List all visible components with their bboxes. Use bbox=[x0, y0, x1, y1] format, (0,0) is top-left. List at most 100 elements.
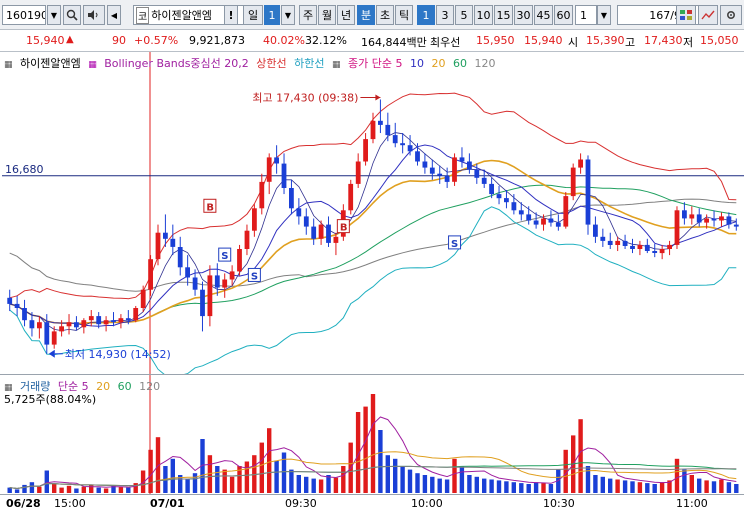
candle-body bbox=[630, 245, 635, 249]
signal-label: S bbox=[251, 271, 258, 282]
volume-bar bbox=[341, 466, 346, 493]
volume-bar bbox=[430, 476, 435, 493]
minute-button-15[interactable]: 15 bbox=[494, 5, 513, 25]
tab-year-label: 년 bbox=[340, 9, 352, 22]
candle-body bbox=[696, 214, 702, 223]
chevron-down-icon: ▼ bbox=[50, 10, 58, 20]
high-label: 고 bbox=[625, 36, 636, 49]
volume-bar bbox=[244, 461, 250, 493]
candle-body bbox=[578, 159, 583, 168]
tab-minute-label: 분 bbox=[360, 9, 372, 22]
tab-minute[interactable]: 분 bbox=[357, 5, 375, 25]
tools-button[interactable] bbox=[720, 5, 742, 25]
volume-bar bbox=[504, 481, 509, 493]
time-label: 11:00 bbox=[676, 497, 708, 510]
candle-body bbox=[563, 196, 569, 227]
volume-bar bbox=[59, 487, 64, 493]
day-count-dropdown[interactable]: ▼ bbox=[281, 5, 295, 25]
chevron-down-icon: ▼ bbox=[284, 10, 292, 20]
tab-second[interactable]: 초 bbox=[376, 5, 394, 25]
candle-body bbox=[289, 188, 294, 209]
interval-input[interactable]: 1 bbox=[575, 5, 597, 25]
candle-body bbox=[29, 320, 35, 329]
volume-bar bbox=[289, 469, 294, 493]
speaker-button[interactable] bbox=[83, 5, 105, 25]
candle-body bbox=[266, 157, 272, 182]
candle-body bbox=[467, 161, 472, 170]
candle-body bbox=[7, 297, 13, 304]
volume-bar bbox=[44, 470, 49, 493]
candle-body bbox=[185, 267, 190, 278]
volume-bar bbox=[489, 479, 494, 493]
candle-body bbox=[511, 202, 517, 211]
signal-label: S bbox=[221, 251, 228, 262]
tab-week-label: 주 bbox=[302, 9, 314, 22]
reference-price-label: 16,680 bbox=[5, 163, 44, 176]
candle-body bbox=[422, 161, 428, 168]
interval-dropdown[interactable]: ▼ bbox=[597, 5, 611, 25]
search-button[interactable] bbox=[63, 5, 81, 25]
price-chart-panel[interactable]: 16,680 B S S B S 최고 17,430 (09:38) 최저 14,930 (1… bbox=[0, 52, 744, 374]
tab-day-count[interactable]: 1 bbox=[264, 5, 280, 25]
chart-line-icon bbox=[701, 10, 715, 20]
volume-ratio: 40.02% bbox=[263, 34, 305, 47]
info-button[interactable]: ! bbox=[224, 5, 238, 25]
tab-year[interactable]: 년 bbox=[337, 5, 355, 25]
candle-body bbox=[726, 216, 732, 225]
volume-bar bbox=[659, 482, 665, 493]
volume-bar bbox=[7, 487, 12, 493]
volume-bar bbox=[281, 452, 287, 493]
candle-body bbox=[148, 259, 153, 290]
minute-button-label: 1 bbox=[422, 8, 430, 22]
candle-body bbox=[222, 279, 228, 288]
minute-button-3[interactable]: 3 bbox=[436, 5, 454, 25]
volume-bar bbox=[222, 469, 227, 493]
code-dropdown-button[interactable]: ▼ bbox=[47, 5, 61, 25]
signal-label: S bbox=[451, 239, 458, 250]
tab-week[interactable]: 주 bbox=[299, 5, 317, 25]
legend-bb-icon: ▦ bbox=[88, 60, 97, 70]
candle-body bbox=[704, 218, 709, 223]
candle-body bbox=[452, 157, 457, 182]
minute-button-label: 3 bbox=[441, 8, 449, 22]
price-chart-svg[interactable]: 16,680 B S S B S 최고 17,430 (09:38) 최저 14,930 (1… bbox=[0, 52, 744, 374]
prev-stock-button[interactable]: ◀ bbox=[107, 5, 121, 25]
minute-button-30[interactable]: 30 bbox=[514, 5, 533, 25]
time-label: 10:00 bbox=[411, 497, 443, 510]
candle-body bbox=[370, 120, 376, 140]
candle-body bbox=[348, 183, 354, 211]
volume-bar bbox=[296, 475, 301, 493]
candle-body bbox=[200, 289, 205, 317]
candle-body bbox=[303, 216, 309, 227]
tab-month[interactable]: 월 bbox=[318, 5, 336, 25]
minute-button-label: 5 bbox=[460, 8, 468, 22]
time-label: 09:30 bbox=[285, 497, 317, 510]
signal-label: B bbox=[206, 202, 214, 213]
volume-bar bbox=[652, 484, 657, 493]
candle-body bbox=[407, 145, 413, 152]
minute-button-60[interactable]: 60 bbox=[554, 5, 573, 25]
minute-button-1[interactable]: 1 bbox=[417, 5, 435, 25]
candle-body bbox=[541, 218, 546, 225]
minute-button-45[interactable]: 45 bbox=[534, 5, 553, 25]
legend-lower: 하한선 bbox=[294, 57, 325, 70]
volume-bar bbox=[333, 477, 339, 493]
volume-bar bbox=[133, 483, 138, 493]
candle-body bbox=[155, 232, 161, 260]
candle-body bbox=[140, 289, 146, 308]
volume-bar bbox=[452, 458, 457, 493]
tab-second-label: 초 bbox=[379, 9, 391, 22]
chart-type-button[interactable] bbox=[698, 5, 718, 25]
tab-tick[interactable]: 틱 bbox=[395, 5, 413, 25]
last-volume-label: 5,725주(88.04%) bbox=[4, 393, 97, 406]
volume-bar bbox=[192, 473, 198, 493]
candle-body bbox=[415, 151, 420, 162]
volume-bar bbox=[444, 479, 450, 493]
minute-button-5[interactable]: 5 bbox=[455, 5, 473, 25]
minute-button-10[interactable]: 10 bbox=[474, 5, 493, 25]
candle-body bbox=[355, 161, 361, 184]
grid-settings-button[interactable] bbox=[676, 5, 696, 25]
tab-day[interactable]: 일 bbox=[243, 5, 263, 25]
stock-code-input[interactable]: 160190 bbox=[2, 5, 46, 25]
volume-chart-panel[interactable]: ▦ 거래량 단순 5 20 60 120 5,725주(88.04%) bbox=[0, 375, 744, 494]
